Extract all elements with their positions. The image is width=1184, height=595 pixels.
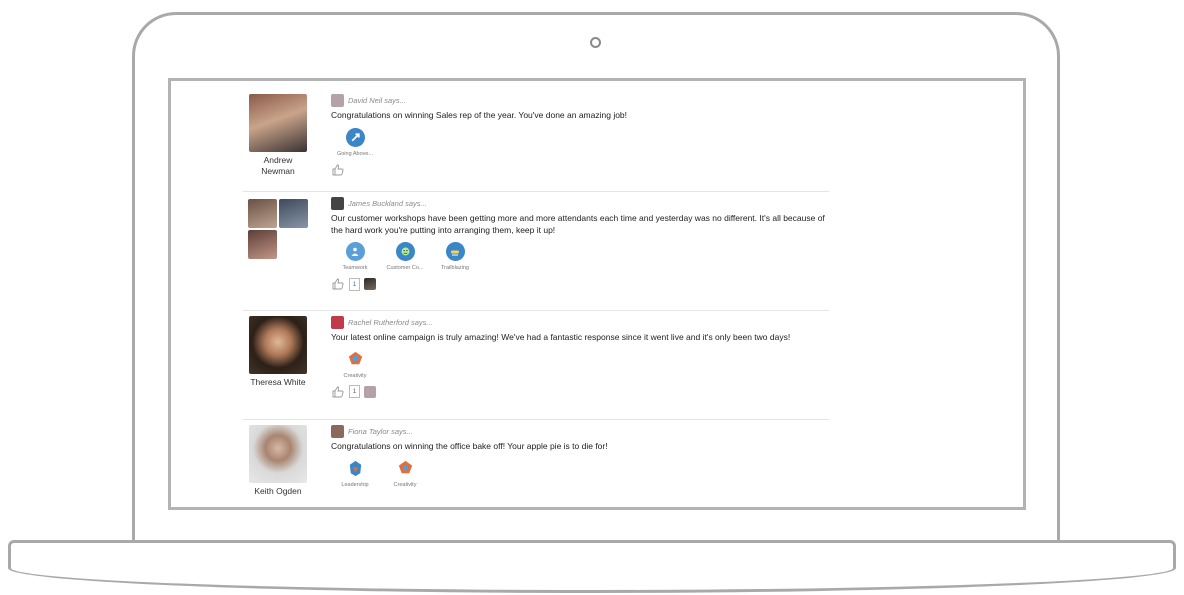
screen: Andrew Newman David Neil says... Congrat…: [168, 78, 1026, 510]
post-actions: 1: [331, 385, 827, 399]
like-icon[interactable]: [331, 163, 345, 177]
recipient-name[interactable]: Keith Ogden: [248, 486, 308, 497]
recipient-avatar[interactable]: [279, 199, 308, 228]
author-avatar[interactable]: [331, 424, 344, 438]
badge-list: Going Above...: [331, 127, 827, 157]
recipient[interactable]: Andrew Newman: [248, 94, 308, 177]
badge-label: Going Above...: [336, 150, 374, 157]
badge-label: Creativity: [393, 481, 417, 488]
badge[interactable]: Going Above...: [331, 127, 379, 157]
recipient-avatar[interactable]: [249, 425, 307, 483]
author-name[interactable]: Fiona Taylor says...: [348, 427, 413, 436]
post-message: Congratulations on winning Sales rep of …: [331, 110, 628, 120]
feed-post: Andrew Newman David Neil says... Congrat…: [243, 89, 829, 192]
feed-post: James Buckland says... Our customer work…: [243, 192, 829, 311]
author-line: Fiona Taylor says...: [331, 424, 827, 438]
recipient-name[interactable]: Andrew Newman: [248, 155, 308, 177]
badge-label: Teamwork: [342, 265, 368, 271]
badge-list: Teamwork Customer Co... Trailblazing: [331, 242, 827, 271]
recipient-avatar[interactable]: [248, 199, 277, 228]
badge[interactable]: Creativity: [381, 459, 429, 488]
leadership-icon: [346, 459, 365, 478]
post-actions: 1: [331, 277, 827, 291]
badge-list: Creativity: [331, 350, 827, 379]
badge-list: Leadership Creativity: [331, 459, 827, 488]
recipient-avatar[interactable]: [248, 230, 277, 259]
post-content: Rachel Rutherford says... Your latest on…: [331, 315, 827, 399]
author-line: Rachel Rutherford says...: [331, 315, 827, 329]
like-icon[interactable]: [331, 277, 345, 291]
recipient[interactable]: Keith Ogden: [248, 425, 308, 497]
author-name[interactable]: David Neil says...: [348, 96, 406, 105]
recipient-avatar[interactable]: [249, 94, 307, 152]
like-count[interactable]: 1: [349, 385, 360, 398]
creativity-icon: [396, 459, 415, 478]
author-name[interactable]: Rachel Rutherford says...: [348, 318, 433, 327]
feed-post: Keith Ogden Fiona Taylor says... Congrat…: [243, 420, 829, 507]
author-line: David Neil says...: [331, 93, 827, 107]
rocket-icon: [345, 127, 365, 147]
badge-label: Leadership: [341, 481, 369, 488]
author-avatar[interactable]: [331, 315, 344, 329]
badge[interactable]: Leadership: [331, 459, 379, 488]
author-avatar[interactable]: [331, 196, 344, 210]
laptop-mockup: Andrew Newman David Neil says... Congrat…: [0, 0, 1184, 595]
recipient-name[interactable]: Theresa White: [248, 377, 308, 388]
like-count[interactable]: 1: [349, 277, 360, 291]
customer-icon: [395, 242, 415, 261]
author-avatar[interactable]: [331, 93, 344, 107]
post-message: Congratulations on winning the office ba…: [331, 441, 608, 451]
badge-label: Creativity: [343, 372, 367, 379]
author-line: James Buckland says...: [331, 196, 827, 210]
liker-avatar[interactable]: [364, 278, 376, 290]
badge[interactable]: Creativity: [331, 350, 379, 379]
badge[interactable]: Trailblazing: [431, 242, 479, 271]
recognition-feed: Andrew Newman David Neil says... Congrat…: [243, 89, 829, 507]
post-content: Fiona Taylor says... Congratulations on …: [331, 424, 827, 488]
post-content: David Neil says... Congratulations on wi…: [331, 93, 827, 177]
badge-label: Trailblazing: [441, 265, 469, 271]
creativity-icon: [346, 350, 365, 369]
laptop-base-bottom: [8, 563, 1176, 593]
post-content: James Buckland says... Our customer work…: [331, 196, 827, 291]
badge[interactable]: Teamwork: [331, 242, 379, 271]
post-message: Our customer workshops have been getting…: [331, 213, 825, 235]
recipient-avatar[interactable]: [249, 316, 307, 374]
like-icon[interactable]: [331, 385, 345, 399]
trailblazing-icon: [445, 242, 465, 261]
post-message: Your latest online campaign is truly ama…: [331, 332, 791, 342]
badge-label: Customer Co...: [386, 265, 424, 271]
post-actions: [331, 163, 827, 177]
badge[interactable]: Customer Co...: [381, 242, 429, 271]
author-name[interactable]: James Buckland says...: [348, 199, 427, 208]
recipient[interactable]: Theresa White: [248, 316, 308, 388]
feed-post: Theresa White Rachel Rutherford says... …: [243, 311, 829, 420]
liker-avatar[interactable]: [364, 385, 376, 398]
camera-icon: [590, 37, 601, 48]
teamwork-icon: [345, 242, 365, 261]
